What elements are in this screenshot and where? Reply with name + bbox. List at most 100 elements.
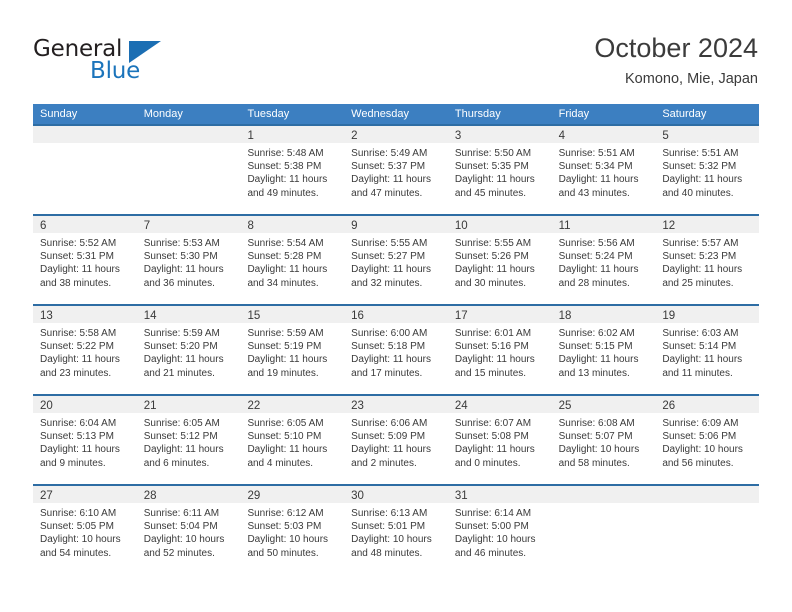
page-header: General Blue October 2024 Komono, Mie, J… [0,0,792,104]
day-details: Sunrise: 5:48 AM Sunset: 5:38 PM Daylight:… [240,143,344,200]
weekday-header-thursday: Thursday [454,108,501,120]
sunrise-text: Sunrise: 5:54 AM [247,238,324,249]
calendar-day-cell[interactable]: 21 Sunrise: 6:05 AM Sunset: 5:12 PM Dayligh… [136,394,241,484]
day-number-band: 4 [551,126,656,143]
day-number: 27 [40,490,53,502]
calendar-day-cell[interactable]: 1 Sunrise: 5:48 AM Sunset: 5:38 PM Daylight… [240,124,345,214]
sunset-text: Sunset: 5:06 PM [662,431,737,443]
sunset-text: Sunset: 5:14 PM [662,341,737,353]
daylight-text-line2: and 48 minutes. [351,547,423,559]
daylight-text-line2: and 28 minutes. [558,277,630,289]
weekday-header-row: Sunday Monday Tuesday Wednesday Thursday… [33,104,759,124]
day-details [655,503,759,507]
day-number-band: 26 [655,396,760,413]
day-details: Sunrise: 6:05 AM Sunset: 5:12 PM Daylight:… [137,413,241,470]
daylight-text-line2: and 4 minutes. [247,457,314,469]
calendar-day-cell[interactable]: 18 Sunrise: 6:02 AM Sunset: 5:15 PM Dayligh… [551,304,656,394]
daylight-text-line2: and 36 minutes. [143,277,215,289]
sunrise-text: Sunrise: 6:03 AM [662,328,739,339]
calendar-day-cell[interactable]: 3 Sunrise: 5:50 AM Sunset: 5:35 PM Daylight… [447,124,552,214]
day-details: Sunrise: 6:08 AM Sunset: 5:07 PM Daylight:… [552,413,656,470]
calendar-week-row: 1 Sunrise: 5:48 AM Sunset: 5:38 PM Daylight… [33,124,760,214]
calendar-day-cell[interactable]: 12 Sunrise: 5:57 AM Sunset: 5:23 PM Dayligh… [655,214,760,304]
brand-logo[interactable]: General Blue [33,36,263,92]
calendar-day-cell[interactable]: 30 Sunrise: 6:13 AM Sunset: 5:01 PM Dayligh… [344,484,448,574]
day-details [33,143,137,147]
day-number: 10 [454,220,468,232]
day-number-band: 17 [447,306,552,323]
sunrise-text: Sunrise: 5:50 AM [454,148,532,159]
weekday-header-sunday: Sunday [40,108,78,120]
day-number-band: 18 [551,306,656,323]
daylight-text-line1: Daylight: 11 hours [247,264,328,276]
day-details: Sunrise: 6:11 AM Sunset: 5:04 PM Daylight:… [137,503,241,560]
calendar-day-cell[interactable]: 2 Sunrise: 5:49 AM Sunset: 5:37 PM Daylight… [344,124,448,214]
calendar-day-cell[interactable]: 13 Sunrise: 5:58 AM Sunset: 5:22 PM Dayligh… [33,304,137,394]
sunset-text: Sunset: 5:28 PM [247,251,322,263]
calendar-day-cell[interactable]: 17 Sunrise: 6:01 AM Sunset: 5:16 PM Dayligh… [447,304,552,394]
calendar-day-cell[interactable]: 9 Sunrise: 5:55 AM Sunset: 5:27 PM Daylight… [344,214,448,304]
sunrise-text: Sunrise: 5:55 AM [454,238,532,249]
sunrise-text: Sunrise: 6:05 AM [247,418,324,429]
sunset-text: Sunset: 5:04 PM [143,521,218,533]
calendar-day-cell[interactable]: 5 Sunrise: 5:51 AM Sunset: 5:32 PM Daylight… [655,124,760,214]
calendar-day-cell[interactable]: 29 Sunrise: 6:12 AM Sunset: 5:03 PM Dayligh… [240,484,345,574]
sunset-text: Sunset: 5:10 PM [247,431,322,443]
calendar-day-cell[interactable]: 20 Sunrise: 6:04 AM Sunset: 5:13 PM Dayligh… [33,394,137,484]
calendar-day-cell[interactable]: 7 Sunrise: 5:53 AM Sunset: 5:30 PM Daylight… [136,214,241,304]
calendar-day-cell[interactable]: 26 Sunrise: 6:09 AM Sunset: 5:06 PM Dayligh… [655,394,760,484]
day-details: Sunrise: 6:14 AM Sunset: 5:00 PM Daylight:… [448,503,552,560]
daylight-text-line1: Daylight: 11 hours [143,264,224,276]
day-number-band: 11 [551,216,656,233]
day-number-band: 3 [447,126,552,143]
calendar-day-cell[interactable]: 25 Sunrise: 6:08 AM Sunset: 5:07 PM Dayligh… [551,394,656,484]
day-number-band: 22 [240,396,345,413]
day-number: 23 [351,400,364,412]
day-details: Sunrise: 5:55 AM Sunset: 5:26 PM Daylight:… [448,233,552,290]
daylight-text-line1: Daylight: 10 hours [247,534,329,546]
calendar-day-cell[interactable]: 4 Sunrise: 5:51 AM Sunset: 5:34 PM Daylight… [551,124,656,214]
calendar-day-cell[interactable]: 10 Sunrise: 5:55 AM Sunset: 5:26 PM Dayligh… [447,214,552,304]
page-title: October 2024 [594,33,758,63]
daylight-text-line2: and 2 minutes. [351,457,417,469]
sunrise-text: Sunrise: 6:01 AM [454,328,532,339]
sunset-text: Sunset: 5:18 PM [351,341,426,353]
calendar-day-cell[interactable]: 22 Sunrise: 6:05 AM Sunset: 5:10 PM Dayligh… [240,394,345,484]
calendar-grid: Sunday Monday Tuesday Wednesday Thursday… [33,104,760,574]
sunrise-text: Sunrise: 6:07 AM [454,418,532,429]
calendar-day-cell[interactable]: 15 Sunrise: 5:59 AM Sunset: 5:19 PM Dayligh… [240,304,345,394]
day-number: 3 [454,130,462,142]
sunset-text: Sunset: 5:27 PM [351,251,426,263]
calendar-day-cell[interactable]: 14 Sunrise: 5:59 AM Sunset: 5:20 PM Dayligh… [136,304,241,394]
calendar-day-cell[interactable]: 31 Sunrise: 6:14 AM Sunset: 5:00 PM Dayligh… [447,484,552,574]
calendar-day-cell[interactable]: 8 Sunrise: 5:54 AM Sunset: 5:28 PM Daylight… [240,214,345,304]
day-number-band: 1 [240,126,345,143]
sunrise-text: Sunrise: 6:12 AM [247,508,324,519]
daylight-text-line1: Daylight: 10 hours [662,444,743,456]
day-details: Sunrise: 5:58 AM Sunset: 5:22 PM Daylight:… [33,323,137,380]
sunrise-text: Sunrise: 6:11 AM [143,508,220,519]
sunset-text: Sunset: 5:00 PM [454,521,529,533]
sunset-text: Sunset: 5:03 PM [247,521,322,533]
day-number-band: 21 [136,396,241,413]
day-number-band: 28 [136,486,241,503]
daylight-text-line2: and 40 minutes. [662,187,734,199]
day-number: 22 [247,400,261,412]
brand-name-blue: Blue [90,58,141,84]
day-number-band: 15 [240,306,345,323]
daylight-text-line2: and 0 minutes. [454,457,521,469]
daylight-text-line2: and 25 minutes. [662,277,734,289]
calendar-day-cell[interactable]: 16 Sunrise: 6:00 AM Sunset: 5:18 PM Dayligh… [344,304,448,394]
day-number-band: 10 [447,216,552,233]
day-details: Sunrise: 6:12 AM Sunset: 5:03 PM Daylight:… [240,503,344,560]
calendar-day-cell[interactable]: 27 Sunrise: 6:10 AM Sunset: 5:05 PM Dayligh… [33,484,137,574]
calendar-day-cell[interactable]: 23 Sunrise: 6:06 AM Sunset: 5:09 PM Dayligh… [344,394,448,484]
calendar-day-cell[interactable]: 24 Sunrise: 6:07 AM Sunset: 5:08 PM Dayligh… [447,394,552,484]
calendar-day-cell[interactable]: 28 Sunrise: 6:11 AM Sunset: 5:04 PM Dayligh… [136,484,241,574]
daylight-text-line1: Daylight: 10 hours [40,534,121,546]
day-number: 15 [247,310,261,322]
calendar-day-cell[interactable]: 6 Sunrise: 5:52 AM Sunset: 5:31 PM Daylight… [33,214,137,304]
sunset-text: Sunset: 5:05 PM [40,521,114,533]
calendar-day-cell[interactable]: 11 Sunrise: 5:56 AM Sunset: 5:24 PM Dayligh… [551,214,656,304]
calendar-day-cell[interactable]: 19 Sunrise: 6:03 AM Sunset: 5:14 PM Dayligh… [655,304,760,394]
